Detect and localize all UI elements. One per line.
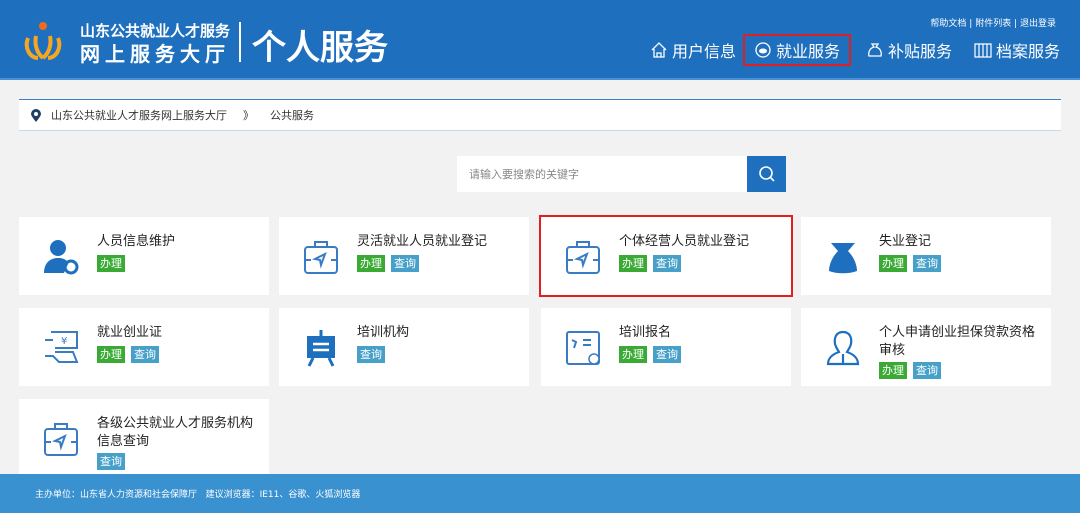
query-badge[interactable]: 查询 [357, 346, 385, 363]
header: 山东公共就业人才服务 网上服务大厅 个人服务 帮助文档 | 附件列表 | 退出登… [0, 0, 1080, 80]
handle-badge[interactable]: 办理 [619, 346, 647, 363]
card-title: 失业登记 [879, 234, 932, 249]
query-badge[interactable]: 查询 [97, 453, 125, 470]
attachments-link[interactable]: 附件列表 [975, 19, 1011, 29]
home-icon [651, 42, 667, 58]
card-title: 培训报名 [619, 325, 672, 340]
card-title: 个人申请创业担保贷款资格审核 [879, 325, 1036, 358]
handle-badge[interactable]: 办理 [879, 362, 907, 379]
money-bag-icon [868, 43, 882, 57]
handle-badge[interactable]: 办理 [879, 255, 907, 272]
site-subtitle: 网上服务大厅 [80, 42, 230, 66]
search-icon [758, 166, 775, 182]
card-title: 各级公共就业人才服务机构信息查询 [97, 416, 254, 449]
nav-label: 就业服务 [776, 42, 841, 61]
card-unemployment-registration[interactable]: 失业登记 办理 查询 [801, 217, 1051, 295]
breadcrumb-home[interactable]: 山东公共就业人才服务网上服务大厅 [51, 107, 227, 123]
svg-text:¥: ¥ [61, 336, 67, 347]
nav-employment-service[interactable]: 就业服务 [743, 34, 852, 66]
query-badge[interactable]: 查询 [391, 255, 419, 272]
easel-icon [307, 330, 335, 367]
card-title: 就业创业证 [97, 325, 163, 340]
location-pin-icon [31, 108, 41, 122]
footer: 主办单位：山东省人力资源和社会保障厅 建议浏览器：IE11、谷歌、火狐浏览器 [0, 474, 1080, 513]
card-institution-info-query[interactable]: 各级公共就业人才服务机构信息查询 查询 [19, 399, 269, 474]
breadcrumb: 山东公共就业人才服务网上服务大厅 》 公共服务 [19, 99, 1061, 131]
card-title: 培训机构 [357, 325, 410, 340]
card-training-institutions[interactable]: 培训机构 查询 [279, 308, 529, 386]
card-title: 灵活就业人员就业登记 [357, 234, 488, 249]
nav-user-info[interactable]: 用户信息 [650, 34, 736, 66]
top-links: 帮助文档 | 附件列表 | 退出登录 [930, 19, 1056, 29]
search-input[interactable]: 请输入要搜索的关键字 [457, 156, 747, 192]
card-flexible-employment-registration[interactable]: 灵活就业人员就业登记 办理 查询 [279, 217, 529, 295]
employment-icon [755, 42, 771, 58]
nav-label: 档案服务 [996, 42, 1061, 61]
card-personnel-info[interactable]: 人员信息维护 办理 [19, 217, 269, 295]
card-title: 个体经营人员就业登记 [619, 234, 750, 249]
page-title: 个人服务 [252, 28, 388, 68]
person-icon [826, 330, 860, 366]
query-badge[interactable]: 查询 [913, 362, 941, 379]
card-title: 人员信息维护 [97, 234, 176, 249]
card-training-signup[interactable]: 培训报名 办理 查询 [541, 308, 791, 386]
briefcase-icon [304, 241, 338, 274]
query-badge[interactable]: 查询 [913, 255, 941, 272]
handle-badge[interactable]: 办理 [619, 255, 647, 272]
query-badge[interactable]: 查询 [653, 346, 681, 363]
card-employment-certificate[interactable]: ¥ 就业创业证 办理 查询 [19, 308, 269, 386]
handle-badge[interactable]: 办理 [97, 255, 125, 272]
breadcrumb-current: 公共服务 [270, 109, 314, 122]
user-wrench-icon [44, 240, 79, 275]
certificate-icon: ¥ [45, 331, 79, 363]
logo-icon [24, 22, 62, 60]
query-badge[interactable]: 查询 [131, 346, 159, 363]
handle-badge[interactable]: 办理 [357, 255, 385, 272]
breadcrumb-separator: 》 [243, 109, 254, 122]
briefcase-icon [566, 241, 600, 274]
search-button[interactable] [747, 156, 786, 192]
nav-subsidy-service[interactable]: 补贴服务 [866, 34, 952, 66]
divider [239, 22, 241, 62]
briefcase-icon [44, 423, 78, 456]
bag-icon [829, 243, 857, 274]
archive-icon [974, 43, 992, 58]
handle-badge[interactable]: 办理 [97, 346, 125, 363]
signup-icon [566, 331, 600, 365]
logout-link[interactable]: 退出登录 [1020, 19, 1056, 29]
card-startup-loan-qualification[interactable]: 个人申请创业担保贷款资格审核 办理 查询 [801, 308, 1051, 386]
help-docs-link[interactable]: 帮助文档 [930, 19, 966, 29]
nav-label: 用户信息 [672, 42, 737, 61]
query-badge[interactable]: 查询 [653, 255, 681, 272]
nav-label: 补贴服务 [888, 42, 953, 61]
footer-text: 主办单位：山东省人力资源和社会保障厅 建议浏览器：IE11、谷歌、火狐浏览器 [35, 490, 361, 500]
nav-archive-service[interactable]: 档案服务 [974, 34, 1060, 66]
card-self-employed-registration[interactable]: 个体经营人员就业登记 办理 查询 [539, 215, 793, 297]
